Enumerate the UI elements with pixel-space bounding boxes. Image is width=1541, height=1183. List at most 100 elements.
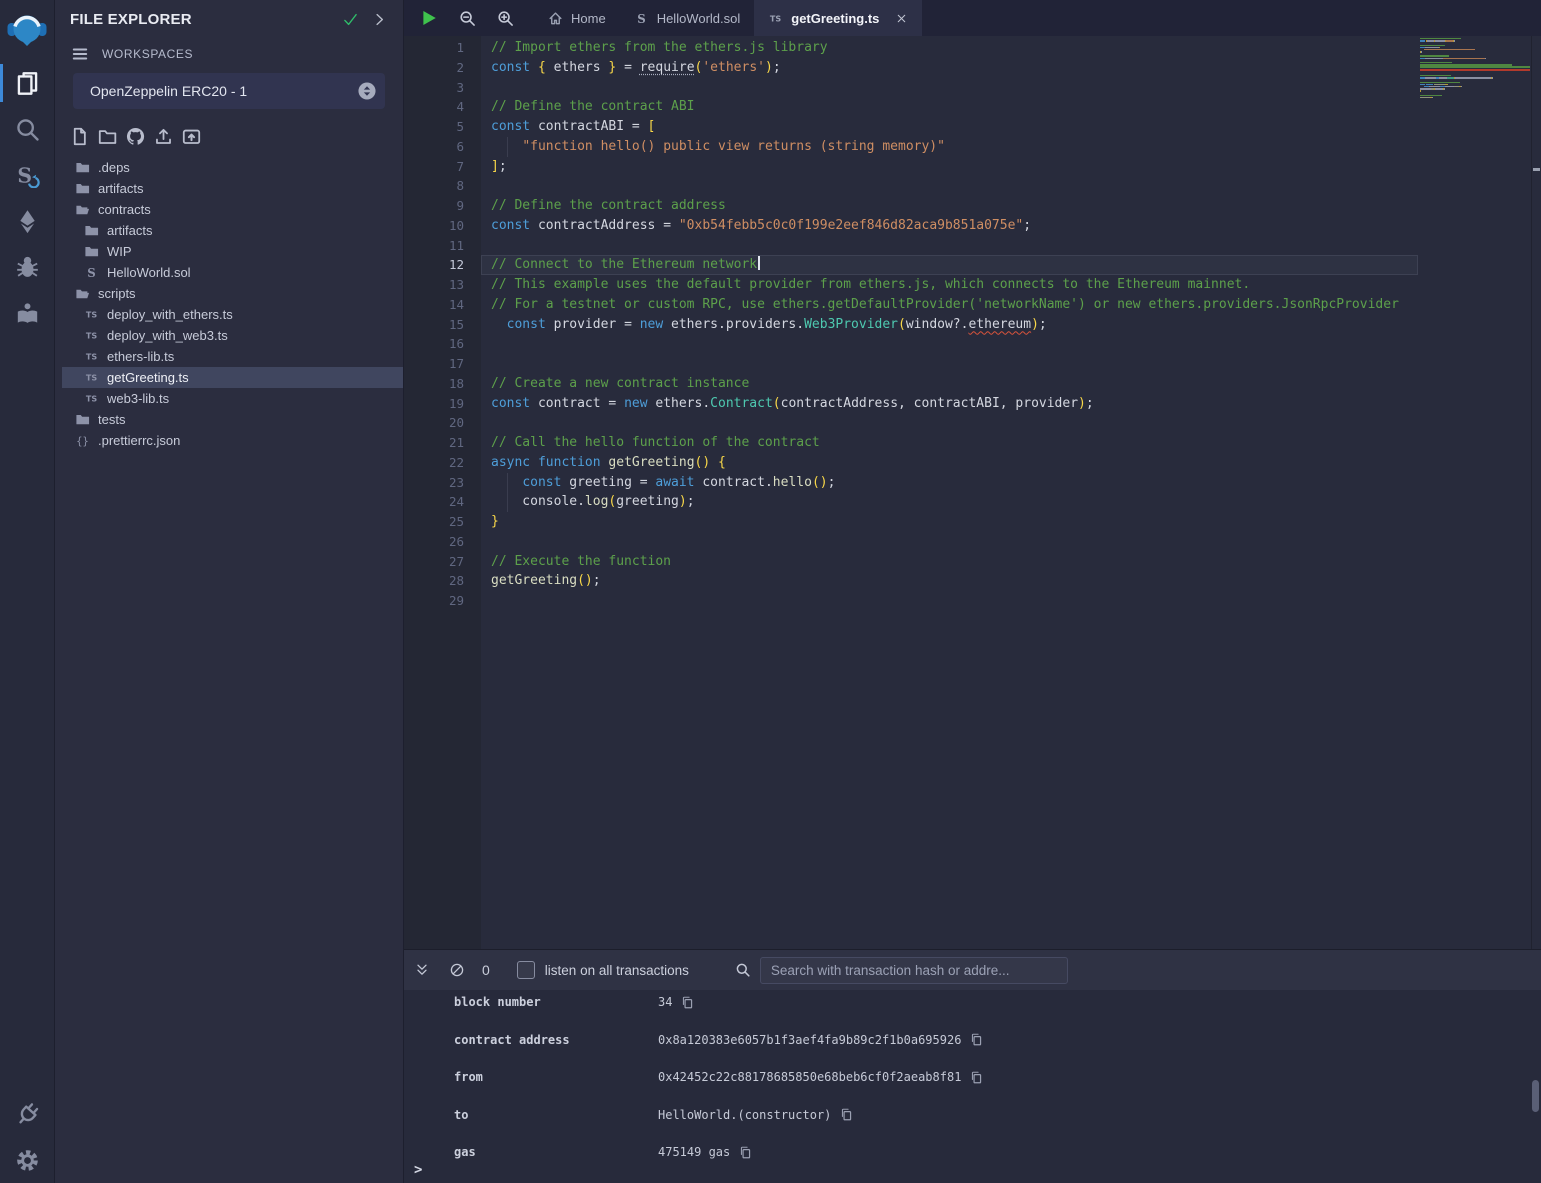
workspaces-menu-icon[interactable]	[71, 45, 89, 63]
code-line-5[interactable]: 5const contractABI = [	[403, 117, 1418, 137]
code-line-7[interactable]: 7];	[403, 157, 1418, 177]
run-script-button[interactable]	[420, 9, 438, 27]
tree-item-.deps[interactable]: .deps	[62, 157, 403, 178]
tree-item-deploy_with_ethers.ts[interactable]: TSdeploy_with_ethers.ts	[62, 304, 403, 325]
tab-getGreeting.ts[interactable]: TSgetGreeting.ts	[754, 0, 922, 36]
code-line-22[interactable]: 22async function getGreeting() {	[403, 453, 1418, 473]
code-line-26[interactable]: 26	[403, 532, 1418, 552]
code-line-2[interactable]: 2const { ethers } = require('ethers');	[403, 58, 1418, 78]
code-line-3[interactable]: 3	[403, 78, 1418, 98]
code-line-11[interactable]: 11	[403, 236, 1418, 256]
zoom-out-icon[interactable]	[459, 10, 476, 27]
minimap[interactable]	[1418, 36, 1532, 950]
copy-icon[interactable]	[739, 1146, 752, 1159]
clear-console-icon[interactable]	[449, 962, 465, 978]
code-line-10[interactable]: 10const contractAddress = "0xb54febb5c0c…	[403, 216, 1418, 236]
terminal-scrollbar[interactable]	[1532, 1080, 1539, 1112]
code-line-21[interactable]: 21// Call the hello function of the cont…	[403, 433, 1418, 453]
tab-Home[interactable]: Home	[534, 0, 620, 36]
tree-item-scripts[interactable]: scripts	[62, 283, 403, 304]
terminal-prompt[interactable]: >	[414, 1162, 422, 1178]
code-line-12[interactable]: 12// Connect to the Ethereum network	[403, 255, 1418, 275]
folder-icon	[83, 223, 99, 239]
tree-item-tests[interactable]: tests	[62, 409, 403, 430]
code-line-18[interactable]: 18// Create a new contract instance	[403, 374, 1418, 394]
line-number: 18	[403, 374, 481, 394]
line-number: 22	[403, 453, 481, 473]
file-tree: .deps artifactscontractsartifacts WIP SHell…	[54, 157, 403, 451]
code-editor[interactable]: 1// Import ethers from the ethers.js lib…	[403, 36, 1541, 950]
code-line-6[interactable]: 6 "function hello() public view returns …	[403, 137, 1418, 157]
code-line-17[interactable]: 17	[403, 354, 1418, 374]
code-line-28[interactable]: 28getGreeting();	[403, 571, 1418, 591]
line-content: // Connect to the Ethereum network	[481, 255, 760, 275]
activity-search-icon[interactable]	[0, 106, 54, 152]
code-line-29[interactable]: 29	[403, 591, 1418, 611]
tree-item-deploy_with_web3.ts[interactable]: TSdeploy_with_web3.ts	[62, 325, 403, 346]
upload-file-icon[interactable]	[154, 127, 173, 146]
code-content[interactable]: 1// Import ethers from the ethers.js lib…	[403, 38, 1418, 611]
tree-item-label: .deps	[98, 160, 130, 175]
code-line-14[interactable]: 14// For a testnet or custom RPC, use et…	[403, 295, 1418, 315]
line-content: async function getGreeting() {	[481, 453, 726, 473]
code-line-16[interactable]: 16	[403, 334, 1418, 354]
line-content: // For a testnet or custom RPC, use ethe…	[481, 295, 1399, 315]
code-line-9[interactable]: 9// Define the contract address	[403, 196, 1418, 216]
code-line-24[interactable]: 24 console.log(greeting);	[403, 492, 1418, 512]
copy-icon[interactable]	[840, 1108, 853, 1121]
ts-icon: TS	[83, 328, 99, 344]
zoom-in-icon[interactable]	[497, 10, 514, 27]
tree-item-.prettierrc.json[interactable]: {}.prettierrc.json	[62, 430, 403, 451]
code-line-1[interactable]: 1// Import ethers from the ethers.js lib…	[403, 38, 1418, 58]
chevron-right-icon[interactable]	[372, 12, 387, 27]
new-file-icon[interactable]	[70, 127, 89, 146]
code-line-4[interactable]: 4// Define the contract ABI	[403, 97, 1418, 117]
line-number: 28	[403, 571, 481, 591]
code-line-20[interactable]: 20	[403, 413, 1418, 433]
activity-settings-icon[interactable]	[0, 1137, 54, 1183]
code-line-15[interactable]: 15 const provider = new ethers.providers…	[403, 315, 1418, 335]
tree-item-artifacts[interactable]: artifacts	[62, 178, 403, 199]
code-line-13[interactable]: 13// This example uses the default provi…	[403, 275, 1418, 295]
listen-checkbox[interactable]	[517, 961, 535, 979]
clone-github-icon[interactable]	[126, 127, 145, 146]
code-line-25[interactable]: 25}	[403, 512, 1418, 532]
ts-icon: TS	[83, 370, 99, 386]
code-line-27[interactable]: 27// Execute the function	[403, 552, 1418, 572]
copy-icon[interactable]	[681, 996, 694, 1009]
terminal-search-icon	[735, 962, 751, 978]
code-line-8[interactable]: 8	[403, 176, 1418, 196]
copy-icon[interactable]	[970, 1071, 983, 1084]
terminal-search-input[interactable]	[760, 957, 1068, 984]
upload-folder-icon[interactable]	[182, 127, 201, 146]
tree-item-web3-lib.ts[interactable]: TSweb3-lib.ts	[62, 388, 403, 409]
accept-check-icon[interactable]	[343, 12, 358, 27]
activity-plugin-manager-icon[interactable]	[0, 1091, 54, 1137]
terminal-log-row: block number34	[403, 990, 1531, 1028]
tree-item-label: WIP	[107, 244, 132, 259]
tree-item-WIP[interactable]: WIP	[62, 241, 403, 262]
overview-ruler[interactable]	[1531, 36, 1541, 950]
new-folder-icon[interactable]	[98, 127, 117, 146]
tab-HelloWorld.sol[interactable]: SHelloWorld.sol	[620, 0, 755, 36]
remix-logoremix-logo-icon[interactable]	[0, 0, 54, 60]
tree-item-getGreeting.ts[interactable]: TSgetGreeting.ts	[62, 367, 403, 388]
activity-debugger-icon[interactable]	[0, 244, 54, 290]
tree-item-artifacts[interactable]: artifacts	[62, 220, 403, 241]
terminal-expand-icon[interactable]	[414, 962, 430, 978]
activity-solidity-compiler-icon[interactable]: S	[0, 152, 54, 198]
activity-learneth-icon[interactable]	[0, 290, 54, 336]
line-number: 27	[403, 552, 481, 572]
code-line-23[interactable]: 23 const greeting = await contract.hello…	[403, 473, 1418, 493]
workspace-select[interactable]: OpenZeppelin ERC20 - 1	[73, 73, 385, 109]
line-number: 16	[403, 334, 481, 354]
tree-item-contracts[interactable]: contracts	[62, 199, 403, 220]
close-icon[interactable]	[895, 12, 908, 25]
code-line-19[interactable]: 19const contract = new ethers.Contract(c…	[403, 394, 1418, 414]
activity-deploy-and-run-icon[interactable]	[0, 198, 54, 244]
activity-file-explorer-icon[interactable]	[0, 60, 54, 106]
tree-item-HelloWorld.sol[interactable]: SHelloWorld.sol	[62, 262, 403, 283]
tabs: HomeSHelloWorld.solTSgetGreeting.ts	[534, 0, 922, 36]
tree-item-ethers-lib.ts[interactable]: TSethers-lib.ts	[62, 346, 403, 367]
copy-icon[interactable]	[970, 1033, 983, 1046]
